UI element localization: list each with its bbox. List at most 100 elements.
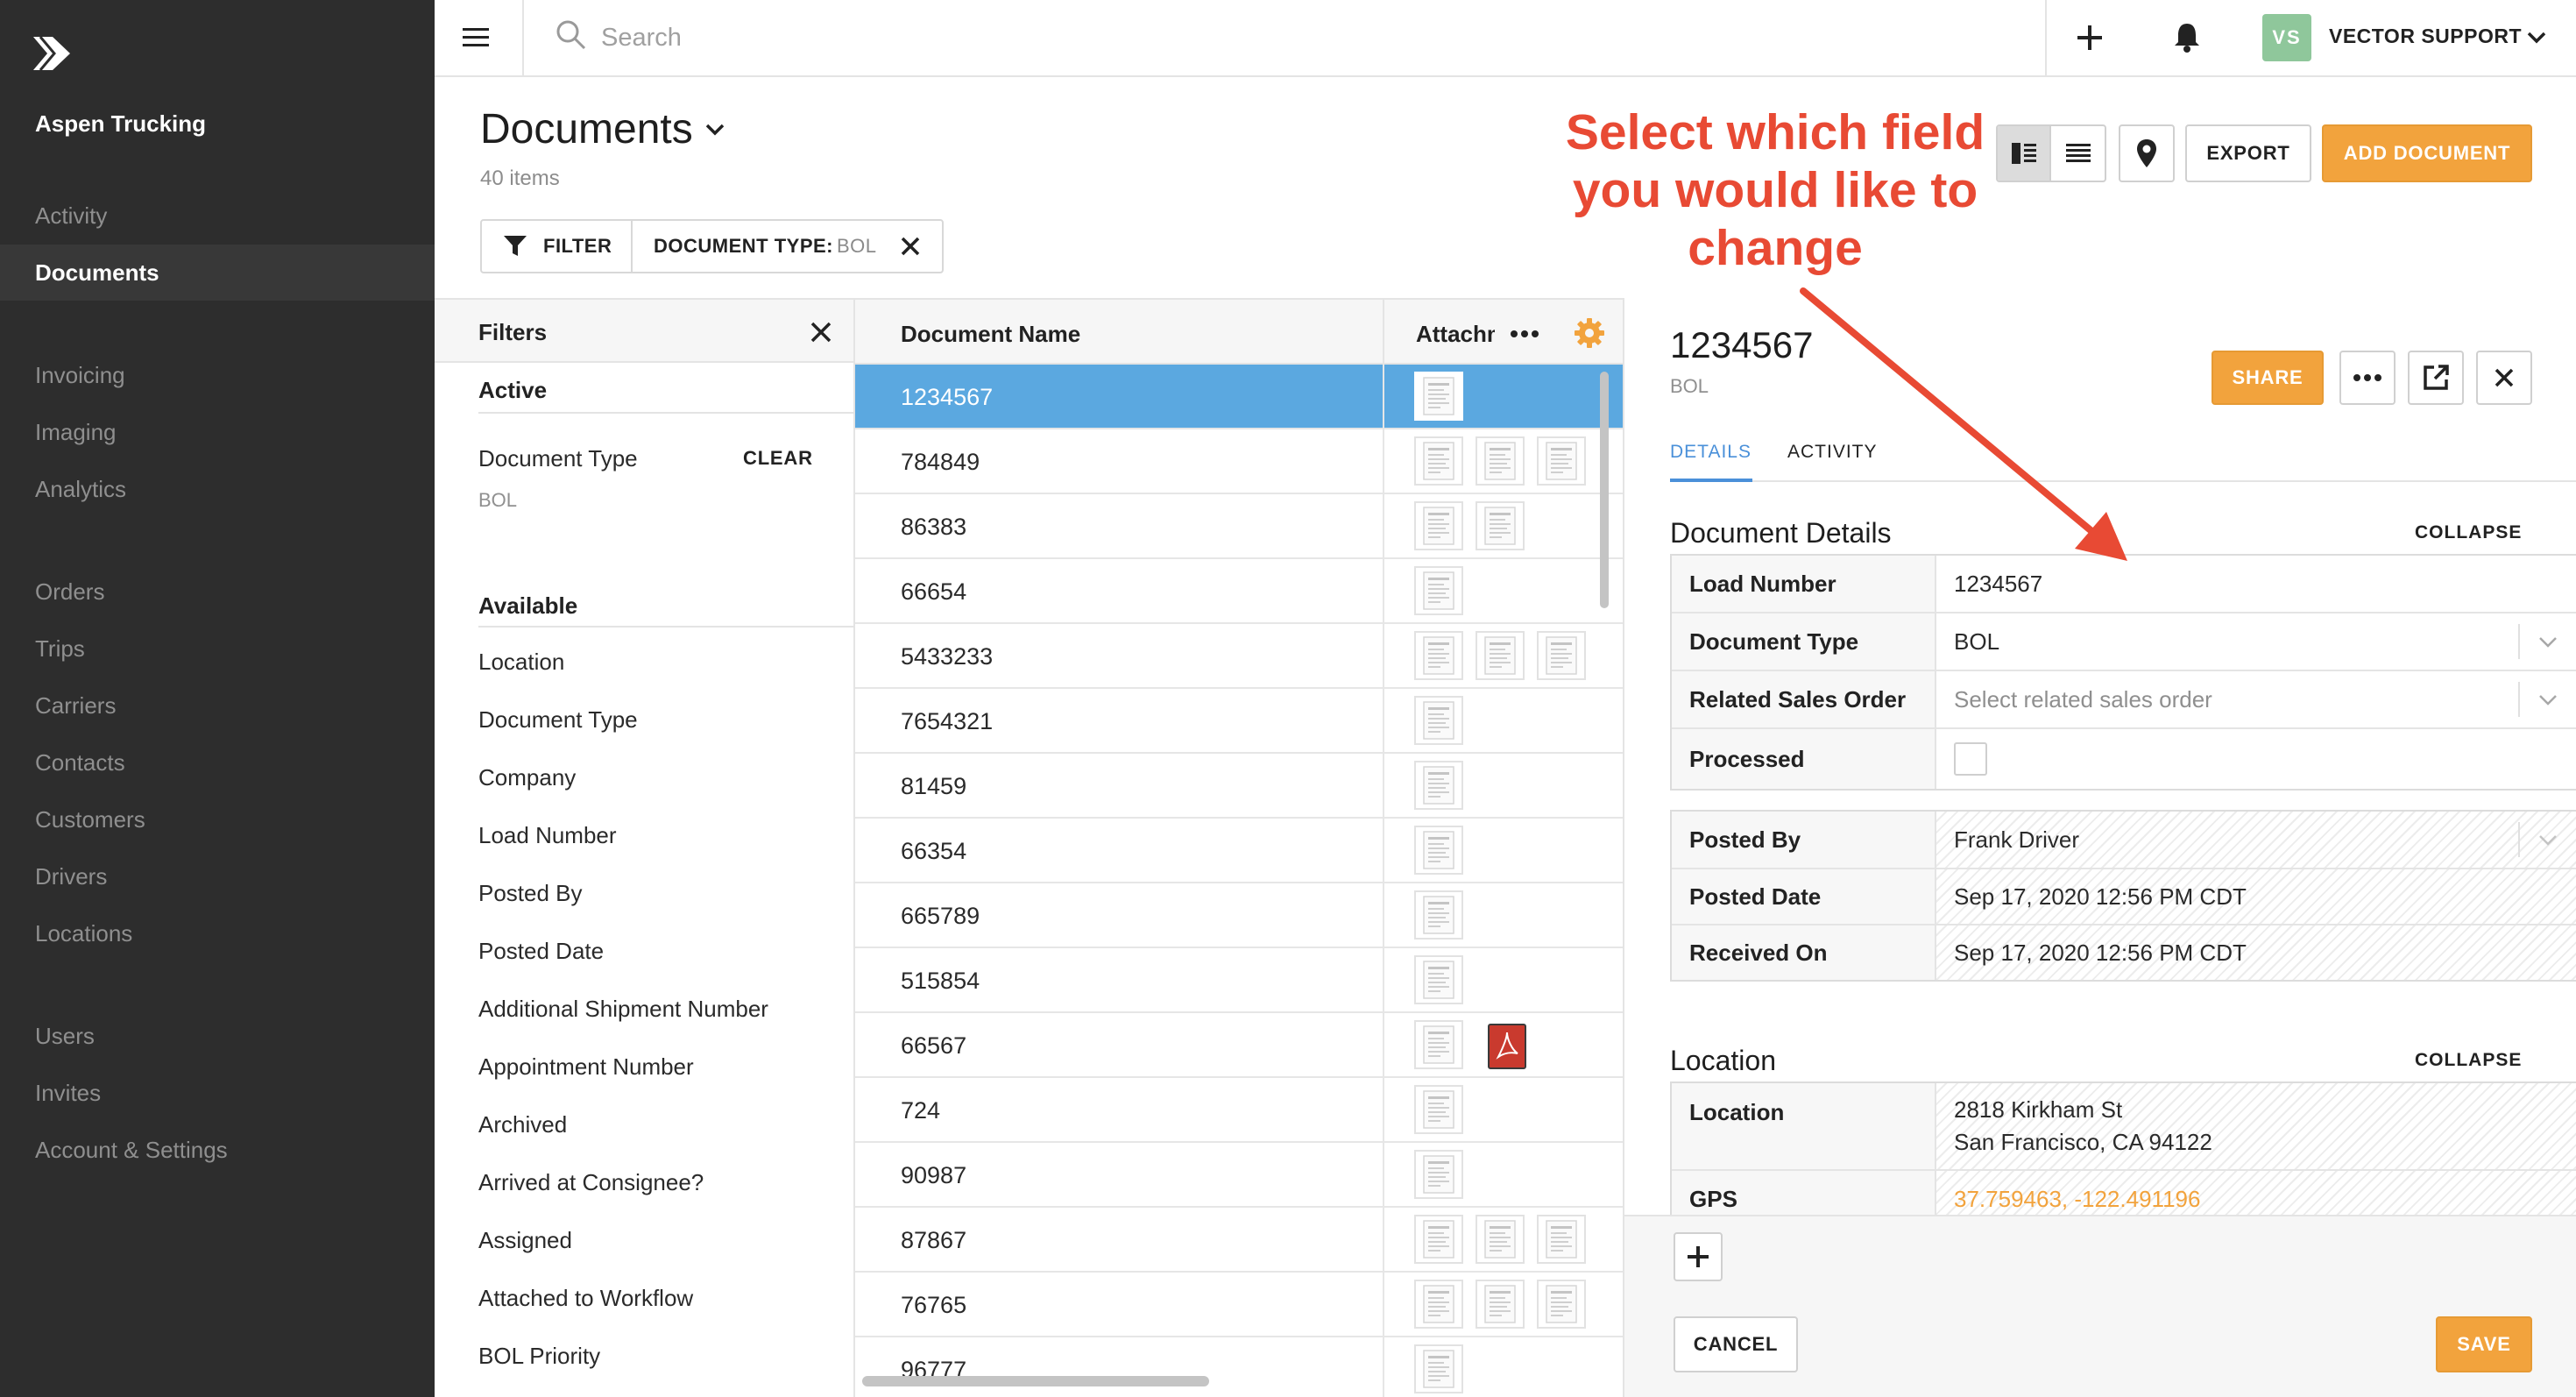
sidebar-item-customers[interactable]: Customers xyxy=(0,791,435,847)
sidebar-item-imaging[interactable]: Imaging xyxy=(0,404,435,460)
table-row[interactable]: 724 xyxy=(855,1078,1623,1143)
filter-button[interactable]: FILTER xyxy=(482,221,633,272)
clear-filter-button[interactable]: CLEAR xyxy=(743,447,813,470)
more-options-button[interactable] xyxy=(2339,351,2396,405)
gear-icon[interactable] xyxy=(1574,317,1605,349)
tab-activity[interactable]: ACTIVITY xyxy=(1787,442,1878,463)
filter-option[interactable]: Arrived at Consignee? xyxy=(478,1169,704,1196)
sidebar-item-drivers[interactable]: Drivers xyxy=(0,848,435,904)
app-logo[interactable] xyxy=(32,35,74,72)
document-type-select[interactable]: BOL xyxy=(1936,613,2576,670)
add-document-button[interactable]: ADD DOCUMENT xyxy=(2322,124,2532,182)
sidebar-item-carriers[interactable]: Carriers xyxy=(0,677,435,734)
attachment-thumbnail[interactable] xyxy=(1537,1215,1586,1264)
table-row[interactable]: 7654321 xyxy=(855,689,1623,754)
more-options-icon[interactable] xyxy=(1509,321,1540,347)
share-button[interactable]: SHARE xyxy=(2212,351,2324,405)
split-view-icon[interactable] xyxy=(1998,126,2052,181)
chevron-down-icon[interactable] xyxy=(2537,631,2558,652)
add-field-button[interactable] xyxy=(1674,1232,1723,1281)
sidebar-item-invites[interactable]: Invites xyxy=(0,1065,435,1121)
chevron-down-icon[interactable] xyxy=(703,117,727,142)
filter-chip-document-type[interactable]: DOCUMENT TYPE: BOL xyxy=(633,221,942,272)
sidebar-item-documents[interactable]: Documents xyxy=(0,245,435,301)
attachment-thumbnail[interactable] xyxy=(1414,1344,1463,1393)
gps-link[interactable]: 37.759463, -122.491196 xyxy=(1936,1171,2576,1215)
filter-option[interactable]: Posted By xyxy=(478,880,583,907)
sidebar-item-orders[interactable]: Orders xyxy=(0,564,435,620)
processed-checkbox[interactable] xyxy=(1954,742,1987,776)
table-row[interactable]: 76765 xyxy=(855,1273,1623,1337)
attachment-thumbnail[interactable] xyxy=(1414,761,1463,810)
collapse-location-button[interactable]: COLLAPSE xyxy=(2415,1050,2522,1071)
attachment-thumbnail[interactable] xyxy=(1414,1215,1463,1264)
column-header-attachments[interactable]: Attachments xyxy=(1416,321,1495,348)
filter-option[interactable]: Additional Shipment Number xyxy=(478,996,768,1023)
collapse-document-details-button[interactable]: COLLAPSE xyxy=(2415,522,2522,543)
table-row[interactable]: 96777 xyxy=(855,1337,1623,1397)
attachment-thumbnail[interactable] xyxy=(1476,1215,1525,1264)
search-input[interactable] xyxy=(601,18,1740,58)
save-button[interactable]: SAVE xyxy=(2436,1316,2532,1372)
page-title[interactable]: Documents xyxy=(480,105,693,153)
attachment-thumbnail[interactable] xyxy=(1476,501,1525,550)
filter-option[interactable]: Archived xyxy=(478,1111,567,1138)
attachment-thumbnail[interactable] xyxy=(1414,1085,1463,1134)
table-row[interactable]: 5433233 xyxy=(855,624,1623,689)
close-detail-button[interactable] xyxy=(2476,351,2532,405)
filter-option[interactable]: Load Number xyxy=(478,822,617,849)
table-row[interactable]: 665789 xyxy=(855,883,1623,948)
list-view-icon[interactable] xyxy=(2051,126,2105,181)
hamburger-menu-icon[interactable] xyxy=(461,23,491,53)
table-row[interactable]: 90987 xyxy=(855,1143,1623,1208)
pdf-attachment-icon[interactable] xyxy=(1488,1024,1526,1074)
active-filter-document-type[interactable]: Document Type xyxy=(478,445,638,472)
avatar[interactable]: VS xyxy=(2262,14,2311,61)
sidebar-item-locations[interactable]: Locations xyxy=(0,905,435,961)
attachment-thumbnail[interactable] xyxy=(1414,1150,1463,1199)
chevron-down-icon[interactable] xyxy=(2537,689,2558,710)
vertical-scrollbar[interactable] xyxy=(1600,372,1609,608)
close-icon[interactable] xyxy=(810,321,832,344)
filter-option[interactable]: BOL Priority xyxy=(478,1343,600,1370)
attachment-thumbnail[interactable] xyxy=(1414,890,1463,940)
sidebar-item-account-settings[interactable]: Account & Settings xyxy=(0,1122,435,1178)
table-row[interactable]: 87867 xyxy=(855,1208,1623,1273)
filter-option[interactable]: Location xyxy=(478,649,564,676)
attachment-thumbnail[interactable] xyxy=(1537,436,1586,486)
table-row[interactable]: 66567 xyxy=(855,1013,1623,1078)
user-menu-name[interactable]: VECTOR SUPPORT xyxy=(2329,25,2522,48)
related-sales-order-select[interactable]: Select related sales order xyxy=(1936,671,2576,727)
filter-option[interactable]: Appointment Number xyxy=(478,1053,694,1081)
table-row[interactable]: 86383 xyxy=(855,494,1623,559)
attachment-thumbnail[interactable] xyxy=(1476,436,1525,486)
add-icon[interactable] xyxy=(2073,21,2106,54)
close-icon[interactable] xyxy=(900,236,921,257)
table-row[interactable]: 1234567 xyxy=(855,365,1623,429)
sidebar-item-trips[interactable]: Trips xyxy=(0,620,435,677)
map-pin-icon[interactable] xyxy=(2119,124,2175,182)
attachment-thumbnail[interactable] xyxy=(1414,1020,1463,1069)
cancel-button[interactable]: CANCEL xyxy=(1674,1316,1798,1372)
attachment-thumbnail[interactable] xyxy=(1414,372,1463,421)
sidebar-item-contacts[interactable]: Contacts xyxy=(0,734,435,791)
column-header-document-name[interactable]: Document Name xyxy=(901,321,1080,348)
tab-details[interactable]: DETAILS xyxy=(1670,442,1752,463)
attachment-thumbnail[interactable] xyxy=(1414,436,1463,486)
sidebar-item-analytics[interactable]: Analytics xyxy=(0,461,435,517)
load-number-field[interactable]: 1234567 xyxy=(1936,556,2576,612)
sidebar-item-users[interactable]: Users xyxy=(0,1008,435,1064)
table-row[interactable]: 81459 xyxy=(855,754,1623,819)
horizontal-scrollbar[interactable] xyxy=(862,1376,1209,1386)
attachment-thumbnail[interactable] xyxy=(1414,501,1463,550)
table-row[interactable]: 515854 xyxy=(855,948,1623,1013)
table-row[interactable]: 66354 xyxy=(855,819,1623,883)
filter-option[interactable]: Company xyxy=(478,764,576,791)
attachment-thumbnail[interactable] xyxy=(1414,1280,1463,1329)
table-row[interactable]: 784849 xyxy=(855,429,1623,494)
filter-option[interactable]: Assigned xyxy=(478,1227,572,1254)
attachment-thumbnail[interactable] xyxy=(1476,631,1525,680)
export-button[interactable]: EXPORT xyxy=(2185,124,2311,182)
open-external-button[interactable] xyxy=(2408,351,2464,405)
attachment-thumbnail[interactable] xyxy=(1414,826,1463,875)
